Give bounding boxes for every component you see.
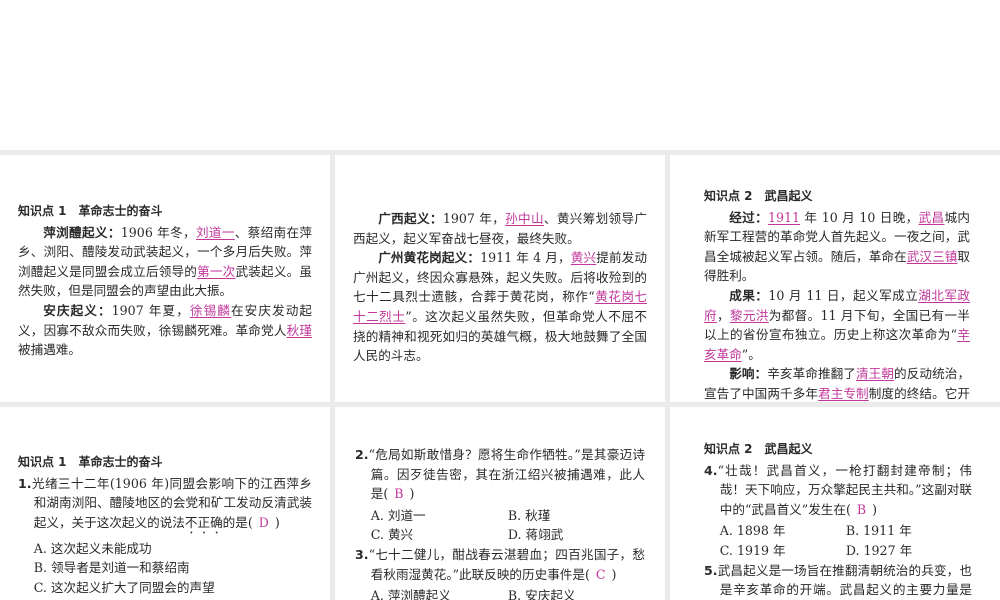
paragraph: 广西起义：1907 年，孙中山、黄兴筹划领导广西起义，起义军奋战七昼夜，最终失败… (353, 209, 647, 248)
paragraph: 萍浏醴起义：1906 年冬，刘道一、蔡绍南在萍乡、浏阳、醴陵发动武装起义，一个多… (18, 223, 312, 301)
text: 1907 年夏， (111, 302, 190, 318)
answer-letter: B (856, 501, 867, 517)
answer-letter: D (258, 514, 269, 530)
key-answer-highlight: 徐锡麟 (189, 302, 231, 318)
text: ) (274, 514, 280, 530)
term-label: 影响： (729, 366, 768, 382)
emphasis-text: 不正确 (184, 514, 223, 530)
option-item[interactable]: B. 领导者是刘道一和蔡绍南 (34, 558, 312, 578)
options-list: A. 这次起义未能成功 B. 领导者是刘道一和蔡绍南 C. 这次起义扩大了同盟会的声… (18, 539, 312, 600)
text: ) (409, 486, 415, 502)
key-answer-highlight: 秋瑾 (286, 322, 313, 338)
term-label: 广西起义： (378, 211, 443, 226)
key-answer-highlight: 孙中山 (505, 211, 544, 226)
text: 1911 年 4 月， (480, 250, 571, 266)
term-label: 成果： (729, 287, 769, 303)
slide-panel-2[interactable]: 广西起义：1907 年，孙中山、黄兴筹划领导广西起义，起义军奋战七昼夜，最终失败… (335, 155, 665, 402)
section-title: 知识点 1 革命志士的奋斗 (18, 455, 163, 469)
term-label: 萍浏醴起义： (43, 224, 121, 240)
key-answer-highlight: 武昌 (918, 209, 945, 225)
key-answer-highlight: 君主专制 (818, 385, 869, 401)
paragraph: 成果：10 月 11 日，起义军成立湖北军政府，黎元洪为都督。11 月下旬，全国… (704, 286, 970, 364)
paragraph: 广州黄花岗起义：1911 年 4 月，黄兴提前发动广州起义，终因众寡悬殊，起义失… (353, 248, 647, 366)
text: ”。 (741, 346, 761, 362)
slide-panel-4[interactable]: 知识点 1 革命志士的奋斗 1.光绪三十二年(1906 年)同盟会影响下的江西萍乡… (0, 407, 330, 600)
question-stem: 2.“危局如斯敢惜身？愿将生命作牺牲。”是其豪迈诗篇。因歹徒告密，其在浙江绍兴被… (355, 445, 645, 504)
option-item[interactable]: B. 安庆起义 (508, 586, 645, 600)
question-stem: 1.光绪三十二年(1906 年)同盟会影响下的江西萍乡和湖南浏阳、醴陵地区的会党… (18, 474, 312, 537)
question-number: 5. (704, 562, 718, 578)
text: 年 10 月 10 日晚， (800, 209, 919, 225)
question-number: 2. (355, 447, 369, 462)
key-answer-highlight: 第一次 (197, 263, 236, 279)
key-answer-highlight: 1911 (768, 209, 801, 225)
option-item[interactable]: C. 黄兴 (371, 525, 508, 545)
text: 10 月 11 日，起义军成立 (768, 287, 919, 303)
text: “壮哉！武昌首义，一枪打翻封建帝制；伟哉！天下响应，万众擎起民主共和。”这副对联… (717, 462, 972, 517)
section-title: 知识点 2 武昌起义 (704, 442, 813, 456)
paragraph: 影响：辛亥革命推翻了清王朝的反动统治，宣告了中国两千多年君主专制制度的终结。它开… (704, 364, 970, 402)
blank-header-area (0, 0, 1000, 150)
key-answer-highlight: 刘道一 (195, 224, 235, 240)
option-item[interactable]: B. 1911 年 (846, 521, 972, 541)
text: 辛亥革命推翻了 (767, 366, 856, 382)
text: ， (716, 307, 730, 323)
question-stem: 4.“壮哉！武昌首义，一枪打翻封建帝制；伟哉！天下响应，万众擎起民主共和。”这副… (704, 461, 972, 520)
paragraph: 经过：1911 年 10 月 10 日晚，武昌城内新军工程营的革命党人首先起义。… (704, 208, 970, 286)
slide-panel-1[interactable]: 知识点 1 革命志士的奋斗萍浏醴起义：1906 年冬，刘道一、蔡绍南在萍乡、浏阳… (0, 155, 330, 402)
options-list: A. 1898 年 B. 1911 年 C. 1919 年 D. 1927 年 (704, 521, 972, 560)
option-item[interactable]: D. 1927 年 (846, 541, 972, 561)
text: ) (611, 566, 617, 582)
option-item[interactable]: A. 这次起义未能成功 (34, 539, 312, 559)
option-item[interactable]: A. 萍浏醴起义 (371, 586, 508, 600)
slide-panel-5[interactable]: 2.“危局如斯敢惜身？愿将生命作牺牲。”是其豪迈诗篇。因歹徒告密，其在浙江绍兴被… (335, 407, 665, 600)
question-stem: 3.“七十二健儿，酣战春云湛碧血；四百兆国子，愁看秋雨湿黄花。”此联反映的历史事… (355, 545, 645, 584)
option-item[interactable]: B. 秋瑾 (508, 506, 645, 526)
slide-panel-3[interactable]: 知识点 2 武昌起义经过：1911 年 10 月 10 日晚，武昌城内新军工程营… (670, 155, 1000, 402)
paragraph: 安庆起义：1907 年夏，徐锡麟在安庆发动起义，因寡不敌众而失败，徐锡麟死难。革… (18, 301, 312, 360)
option-item[interactable]: C. 这次起义扩大了同盟会的声望 (34, 578, 312, 598)
option-item[interactable]: A. 刘道一 (371, 506, 508, 526)
text: 的是( (222, 514, 253, 530)
question-number: 1. (18, 475, 32, 491)
key-answer-highlight: 黄兴 (570, 250, 597, 266)
option-item[interactable]: A. 1898 年 (720, 521, 846, 541)
text: 1907 年， (442, 211, 506, 226)
text: 被捕遇难。 (18, 342, 81, 358)
key-answer-highlight: 清王朝 (856, 366, 895, 382)
option-item[interactable]: C. 1919 年 (720, 541, 846, 561)
options-list: A. 刘道一 B. 秋瑾 C. 黄兴 D. 蒋翊武 (355, 506, 645, 545)
text: 武昌起义是一场旨在推翻清朝统治的兵变，也是辛亥革命的开端。武昌起义的主要力量是( (717, 562, 972, 598)
question-number: 4. (704, 462, 718, 478)
option-item[interactable]: D. 蒋翊武 (508, 525, 645, 545)
slide-panel-6[interactable]: 知识点 2 武昌起义 4.“壮哉！武昌首义，一枪打翻封建帝制；伟哉！天下响应，万众… (670, 407, 1000, 600)
term-label: 广州黄花岗起义： (378, 250, 481, 266)
section-title: 知识点 2 武昌起义 (704, 189, 813, 203)
text: 1906 年冬， (120, 224, 196, 240)
term-label: 经过： (729, 209, 769, 225)
options-list: A. 萍浏醴起义 B. 安庆起义 (355, 586, 645, 600)
section-title: 知识点 1 革命志士的奋斗 (18, 204, 163, 218)
term-label: 安庆起义： (43, 302, 112, 318)
key-answer-highlight: 武汉三镇 (906, 248, 958, 264)
answer-letter: B (394, 486, 404, 502)
key-answer-highlight: 黎元洪 (729, 307, 769, 323)
answer-letter: C (595, 566, 606, 582)
question-number: 3. (355, 546, 369, 562)
text: ) (872, 501, 878, 517)
question-stem: 5.武昌起义是一场旨在推翻清朝统治的兵变，也是辛亥革命的开端。武昌起义的主要力量… (704, 561, 972, 600)
